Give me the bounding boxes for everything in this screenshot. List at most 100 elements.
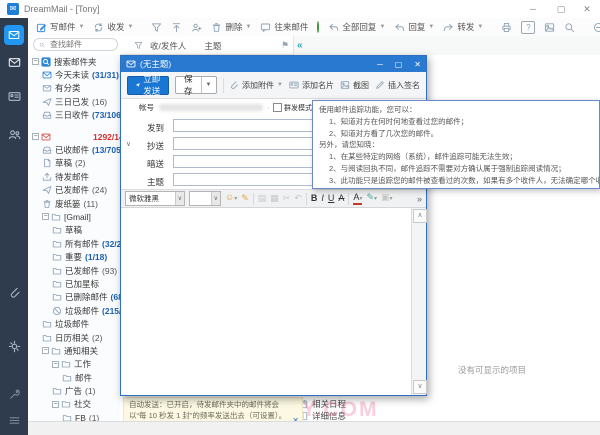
column-from[interactable]: 收/发件人	[150, 40, 186, 52]
folder-item[interactable]: 三日收件(73/106)	[28, 109, 120, 122]
folder-item[interactable]: −社交	[28, 398, 120, 411]
folder-item[interactable]: 重要(1/18)	[28, 250, 120, 263]
italic-button[interactable]: I	[321, 193, 324, 204]
image-button[interactable]	[544, 22, 555, 33]
compose-minimize-button[interactable]: ─	[377, 60, 383, 69]
folder-item[interactable]: 已发邮件(24)	[28, 184, 120, 197]
expander-icon[interactable]: −	[32, 58, 39, 65]
expander-icon[interactable]: −	[32, 133, 39, 140]
folder-item[interactable]: 广告(1)	[28, 384, 120, 397]
print-button[interactable]	[501, 22, 512, 33]
related-schedule-item[interactable]: 相关日程	[298, 398, 346, 410]
mail-view-icon[interactable]	[8, 56, 21, 69]
paste-button[interactable]: ▤	[258, 193, 267, 204]
compose-maximize-button[interactable]: ▢	[395, 60, 403, 69]
online-status-indicator[interactable]	[317, 21, 319, 33]
body-scrollbar[interactable]: ∧ ∨	[411, 208, 426, 395]
scroll-down-icon[interactable]: ∨	[413, 380, 427, 394]
expander-icon[interactable]: −	[42, 347, 49, 354]
compose-button[interactable]: 写邮件▼	[36, 21, 84, 33]
help-button[interactable]: ?	[521, 21, 535, 34]
flag-column-icon[interactable]: ⚑	[281, 40, 289, 51]
delete-button[interactable]: 删除▼	[211, 21, 251, 33]
font-size-select[interactable]: ∨	[189, 191, 221, 206]
attachments-icon[interactable]	[8, 286, 21, 299]
copy-button[interactable]: ▦	[270, 193, 279, 204]
correspondence-button[interactable]: 往来邮件	[260, 21, 308, 33]
add-contact-button[interactable]	[191, 22, 202, 33]
column-subject[interactable]: 主题	[204, 40, 221, 52]
font-select[interactable]: 微软雅黑∨	[125, 191, 185, 206]
stationery-button[interactable]: ✎	[241, 193, 249, 204]
expander-icon[interactable]: −	[42, 213, 49, 220]
folder-item[interactable]: −工作	[28, 358, 120, 371]
folder-item[interactable]: 邮件	[28, 371, 120, 384]
contacts-icon[interactable]	[8, 90, 21, 103]
add-card-button[interactable]: 添加名片	[289, 80, 334, 91]
account-value-redacted[interactable]	[159, 104, 263, 111]
add-attachment-button[interactable]: 添加附件▼	[229, 80, 283, 91]
expander-icon[interactable]: −	[52, 361, 59, 368]
folder-item[interactable]: 草稿	[28, 224, 120, 237]
screenshot-button[interactable]: 截图	[340, 80, 369, 91]
reply-all-button[interactable]: 全部回复▼	[328, 21, 385, 33]
expander-icon[interactable]: −	[52, 401, 59, 408]
save-dropdown-icon[interactable]: ▼	[201, 77, 216, 93]
folder-item[interactable]: 有分类	[28, 82, 120, 95]
save-button[interactable]: 保存 ▼	[175, 76, 216, 94]
folder-item[interactable]: −[Gmail]	[28, 210, 120, 223]
reply-button[interactable]: 回复▼	[394, 21, 434, 33]
folder-item[interactable]: 所有邮件(32/296)	[28, 237, 120, 250]
bold-button[interactable]: B	[311, 193, 318, 204]
folder-item[interactable]: −通知相关	[28, 344, 120, 357]
folder-item[interactable]: 今天未读(31/31)	[28, 68, 120, 81]
toolbar-overflow-icon[interactable]: »	[417, 194, 422, 204]
folder-item[interactable]: 已发邮件(93)	[28, 264, 120, 277]
home-mail-button[interactable]	[4, 25, 24, 45]
maximize-button[interactable]: ▢	[550, 2, 572, 16]
compose-titlebar[interactable]: (无主题) ─ ▢ ✕	[121, 56, 426, 72]
search-box[interactable]	[33, 38, 118, 51]
send-now-button[interactable]: 立即发送	[127, 76, 169, 95]
folder-item[interactable]: 草稿(2)	[28, 157, 120, 170]
underline-button[interactable]: U	[328, 193, 335, 204]
font-color-button[interactable]: A▾	[353, 193, 362, 205]
folder-item[interactable]: 已加星标	[28, 277, 120, 290]
cut-button[interactable]: ✂	[283, 193, 291, 204]
message-body[interactable]	[121, 208, 411, 395]
folder-item[interactable]: 日历相关(2)	[28, 331, 120, 344]
sort-icon[interactable]	[134, 41, 143, 50]
folder-item[interactable]: −1292/1451	[28, 130, 120, 143]
tools-icon[interactable]	[8, 388, 21, 401]
emoji-button[interactable]: ☺▾	[225, 192, 237, 205]
compose-close-button[interactable]: ✕	[414, 60, 421, 69]
folder-item[interactable]: 已删除邮件(68/159)	[28, 291, 120, 304]
strikethrough-button[interactable]: A	[338, 193, 344, 204]
filter-button[interactable]	[151, 22, 162, 33]
mass-send-checkbox[interactable]: 群发模式	[273, 103, 312, 113]
folder-item[interactable]: 废纸篓(11)	[28, 197, 120, 210]
highlight-button[interactable]: ✎▾	[366, 192, 377, 205]
people-icon[interactable]	[8, 128, 21, 141]
scroll-up-icon[interactable]: ∧	[413, 209, 427, 223]
send-receive-button[interactable]: 收发▼	[93, 21, 133, 33]
move-to-top-button[interactable]	[171, 22, 182, 33]
folder-item[interactable]: 已收邮件(13/705)	[28, 143, 120, 156]
close-button[interactable]: ✕	[576, 2, 598, 16]
zoom-button[interactable]	[564, 22, 575, 33]
folder-item[interactable]: 垃圾邮件	[28, 317, 120, 330]
insert-object-button[interactable]: ▣▾	[381, 192, 393, 205]
collapse-pane-icon[interactable]: «	[297, 40, 303, 51]
settings-icon[interactable]	[8, 340, 21, 353]
insert-signature-button[interactable]: 插入签名	[375, 80, 420, 91]
search-input[interactable]	[48, 39, 112, 50]
minimize-button[interactable]: ─	[522, 2, 544, 16]
folder-item[interactable]: 待发邮件	[28, 170, 120, 183]
folder-item[interactable]: 垃圾邮件(215/377)	[28, 304, 120, 317]
folder-item[interactable]: 三日已发(16)	[28, 95, 120, 108]
undo-button[interactable]: ↶	[294, 193, 302, 204]
minus-button[interactable]	[593, 22, 600, 33]
folder-item[interactable]: −搜索邮件夹	[28, 55, 120, 68]
menu-icon[interactable]	[8, 414, 21, 427]
forward-button[interactable]: 转发▼	[443, 21, 483, 33]
